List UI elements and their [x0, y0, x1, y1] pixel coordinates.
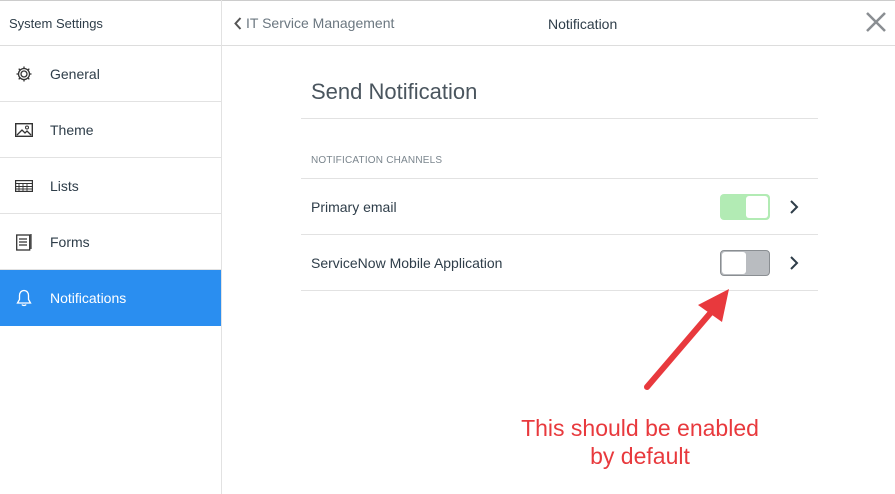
annotation-line-1: This should be enabled [521, 415, 759, 441]
annotation-text: This should be enabled by default [500, 414, 780, 470]
annotation-line-2: by default [590, 443, 690, 469]
